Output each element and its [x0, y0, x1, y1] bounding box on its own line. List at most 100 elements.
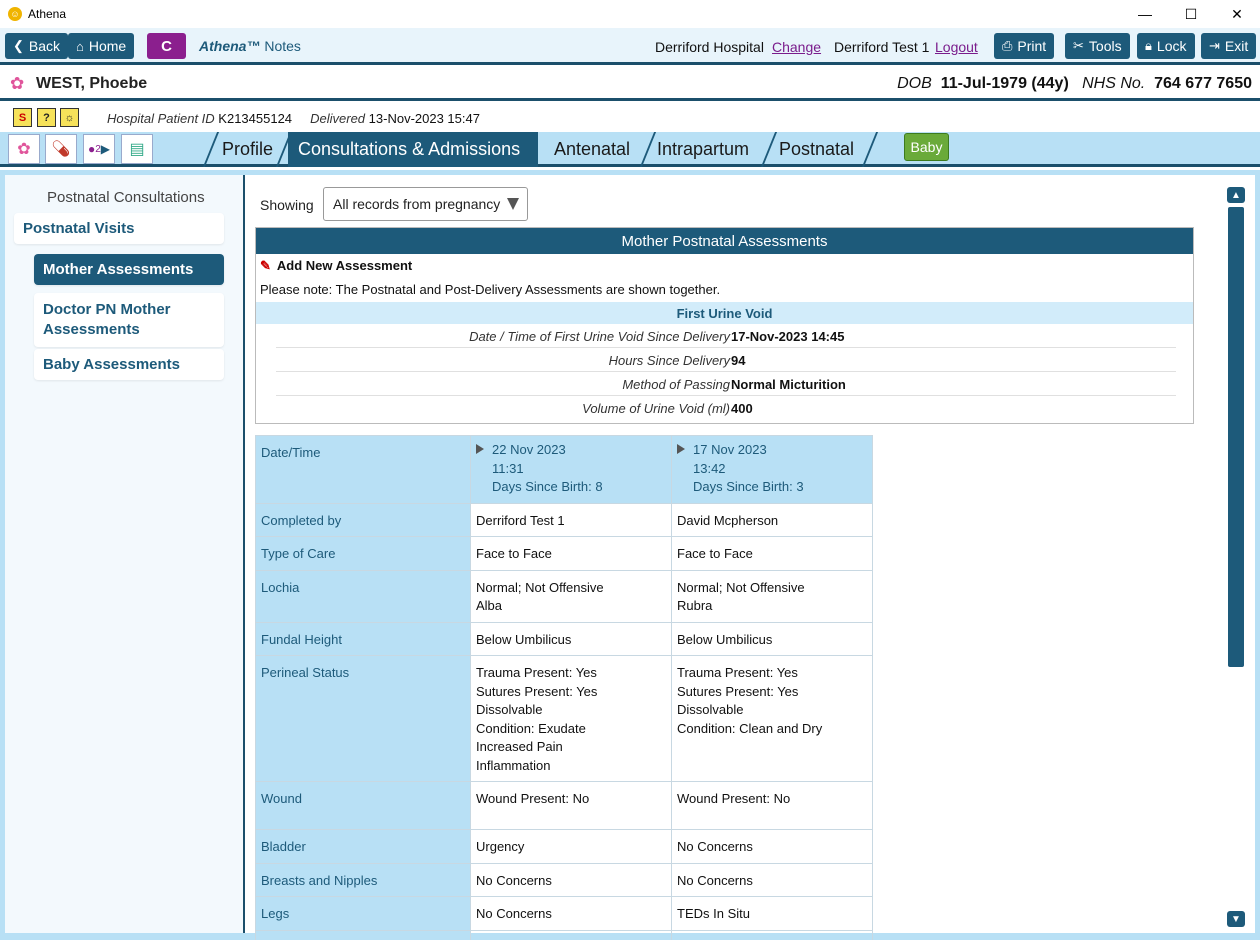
- close-window-button[interactable]: ✕: [1214, 0, 1260, 28]
- cell-line: Normal; Not Offensive: [476, 579, 604, 595]
- assessment-column-1[interactable]: 22 Nov 2023 11:31 Days Since Birth: 8: [470, 435, 672, 504]
- patient-name: WEST, Phoebe: [36, 75, 148, 92]
- babies-icon[interactable]: ● 2 ▶: [83, 134, 115, 164]
- table-cell: Face to Face: [671, 536, 873, 571]
- sidebar-item-baby-assessments[interactable]: Baby Assessments: [34, 349, 224, 380]
- sidebar-item-doctor-pn-mother[interactable]: Doctor PN Mother Assessments: [34, 293, 224, 347]
- row-label: Type of Care: [255, 536, 471, 571]
- baby-button[interactable]: Baby: [904, 133, 949, 161]
- medication-pill-icon[interactable]: 💊︎: [45, 134, 77, 164]
- sidebar: Postnatal Consultations Postnatal Visits…: [5, 175, 245, 933]
- table-cell: Wound Present: No: [671, 781, 873, 830]
- row-label: Breasts and Nipples: [255, 862, 471, 897]
- window-title: Athena: [28, 7, 67, 21]
- minimize-button[interactable]: —: [1122, 0, 1168, 28]
- table-row: Fundal Height Below Umbilicus Below Umbili…: [255, 621, 873, 656]
- alert-badge-icon[interactable]: ☼: [60, 108, 79, 127]
- logout-link[interactable]: Logout: [935, 39, 978, 55]
- cell-line: Below Umbilicus: [476, 631, 572, 647]
- table-row: Bladder Urgency No Concerns: [255, 829, 873, 864]
- cell-line: Inflammation: [476, 757, 551, 773]
- cell-line: David Mcpherson: [677, 512, 779, 528]
- cell-line: Sutures Present: Yes: [476, 683, 598, 699]
- cell-line: No Concerns: [476, 872, 552, 888]
- cell-line: Rubra: [677, 598, 713, 613]
- table-cell: No Concerns: [671, 829, 873, 864]
- table-cell: Derriford Test 1: [470, 502, 672, 537]
- scroll-thumb[interactable]: [1228, 207, 1244, 667]
- dropdown-arrow-icon: [507, 198, 519, 210]
- tab-antenatal[interactable]: Antenatal: [544, 132, 640, 167]
- cell-line: Dissolvable: [677, 702, 744, 717]
- cell-line: No Concerns: [677, 839, 753, 854]
- tab-profile[interactable]: Profile: [212, 132, 283, 167]
- exit-button[interactable]: ⇥ Exit: [1201, 33, 1257, 59]
- cell-line: Sutures Present: Yes: [677, 683, 799, 699]
- table-cell: Trauma Present: Yes Sutures Present: Yes D…: [671, 655, 873, 782]
- cell-line: No Concerns: [476, 906, 552, 921]
- table-cell: No Concerns: [470, 896, 672, 931]
- tools-button[interactable]: ✂ Tools: [1065, 33, 1130, 59]
- home-button[interactable]: ⌂ Home: [68, 33, 135, 59]
- maximize-button[interactable]: ☐: [1168, 0, 1214, 28]
- pencil-icon: ✎: [260, 258, 271, 273]
- table-cell: No Concerns: [671, 862, 873, 897]
- showing-label: Showing: [260, 197, 314, 213]
- tab-consultations-admissions[interactable]: Consultations & Admissions: [288, 132, 538, 167]
- assessments-header: Mother Postnatal Assessments: [256, 228, 1193, 254]
- current-user: Derriford Test 1: [834, 39, 930, 55]
- table-cell: Below Umbilicus: [671, 621, 873, 656]
- athena-logo-icon: ☺: [8, 7, 22, 21]
- safeguarding-badge-icon[interactable]: S: [13, 108, 32, 127]
- notes-icon[interactable]: ▤: [121, 134, 153, 164]
- cell-line: Dissolvable: [476, 702, 543, 717]
- mother-flower-icon[interactable]: ✿: [8, 134, 40, 164]
- back-button[interactable]: ❮ Back: [5, 33, 69, 59]
- c-button[interactable]: C: [147, 33, 186, 59]
- tab-intrapartum[interactable]: Intrapartum: [647, 132, 759, 167]
- records-filter-select[interactable]: All records from pregnancy: [323, 187, 528, 221]
- assessment-column-2[interactable]: 17 Nov 2023 13:42 Days Since Birth: 3: [671, 435, 873, 504]
- cell-line: Below Umbilicus: [677, 631, 773, 647]
- lock-icon: 🔒︎: [1145, 38, 1152, 53]
- lock-button[interactable]: 🔒︎ Lock: [1137, 33, 1195, 59]
- help-badge-icon[interactable]: ?: [37, 108, 56, 127]
- tab-postnatal[interactable]: Postnatal: [769, 132, 864, 167]
- add-new-assessment-button[interactable]: ✎ Add New Assessment: [260, 258, 412, 274]
- vertical-scrollbar[interactable]: ▲ ▼: [1227, 187, 1245, 927]
- expand-play-icon[interactable]: [677, 444, 685, 454]
- cell-line: Wound Present: No: [677, 791, 791, 806]
- row-label: Bladder: [255, 829, 471, 864]
- row-label: Lochia: [255, 569, 471, 623]
- table-row: Perineal Status Trauma Present: Yes Suture…: [255, 655, 873, 782]
- table-cell: Trauma Present: Yes Sutures Present: Yes D…: [470, 655, 672, 782]
- expand-play-icon[interactable]: [476, 444, 484, 454]
- home-icon: ⌂: [76, 38, 84, 54]
- sidebar-item-mother-assessments[interactable]: Mother Assessments: [34, 254, 224, 285]
- patient-identifiers: DOB 11-Jul-1979 (44y) NHS No. 764 677 76…: [897, 75, 1252, 92]
- sidebar-item-postnatal-visits[interactable]: Postnatal Visits: [14, 213, 224, 244]
- table-cell: No Pain: [470, 929, 672, 940]
- cell-line: Face to Face: [476, 546, 552, 561]
- table-row: Legs No Concerns TEDs In Situ: [255, 896, 873, 931]
- table-cell: Normal; Not Offensive Alba: [470, 569, 672, 623]
- patient-info-row: S ? ☼ Hospital Patient ID K213455124 Del…: [0, 104, 1260, 132]
- main-toolbar: ❮ Back ⌂ Home C Athena™ Notes Derriford …: [0, 28, 1260, 65]
- cell-line: Trauma Present: Yes: [476, 665, 597, 680]
- datetime-header: Date/Time: [255, 435, 471, 504]
- cell-line: No Concerns: [677, 872, 753, 888]
- cell-line: Increased Pain: [476, 739, 563, 754]
- row-label: Completed by: [255, 502, 471, 537]
- exit-icon: ⇥: [1209, 38, 1220, 53]
- scroll-up-icon[interactable]: ▲: [1227, 187, 1245, 203]
- print-button[interactable]: ⎙ Print: [994, 33, 1055, 59]
- row-label: Perineal Status: [255, 655, 471, 782]
- table-cell: TEDs In Situ: [671, 896, 873, 931]
- cell-line: Alba: [476, 598, 503, 613]
- table-row: Lochia Normal; Not Offensive Alba Normal; N…: [255, 569, 873, 623]
- first-urine-void-header: First Urine Void: [256, 302, 1193, 324]
- table-cell: David Mcpherson: [671, 502, 873, 537]
- change-hospital-link[interactable]: Change: [772, 39, 821, 55]
- scroll-down-icon[interactable]: ▼: [1227, 911, 1245, 927]
- table-row: Wound Wound Present: No Wound Present: No: [255, 781, 873, 830]
